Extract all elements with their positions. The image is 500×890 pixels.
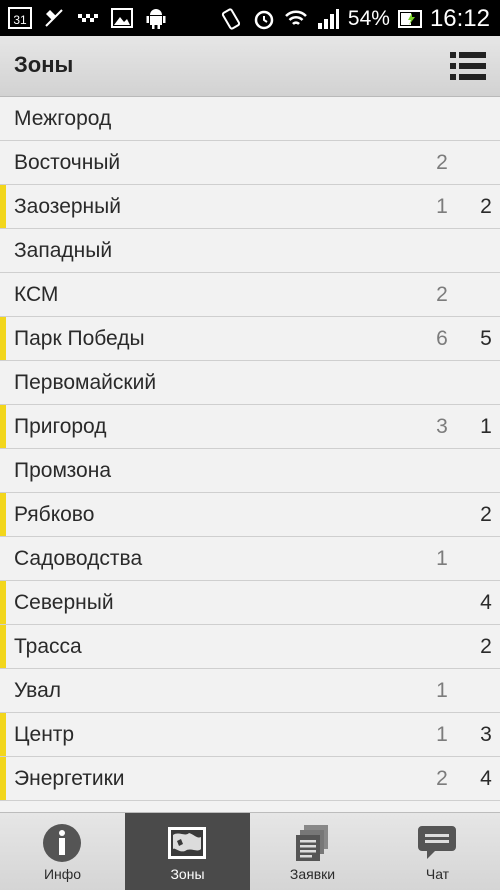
list-item[interactable]: Пригород 3 1 bbox=[0, 405, 500, 449]
zone-name: Увал bbox=[14, 679, 62, 702]
list-item[interactable]: Межгород bbox=[0, 97, 500, 141]
zone-count-secondary: 4 bbox=[480, 767, 492, 790]
zone-count-secondary: 3 bbox=[480, 723, 492, 746]
list-item[interactable]: Заозерный 1 2 bbox=[0, 185, 500, 229]
tab-label: Зоны bbox=[170, 866, 205, 882]
zone-count-primary: 6 bbox=[436, 327, 448, 350]
zone-name: Первомайский bbox=[14, 371, 157, 394]
info-icon bbox=[42, 823, 82, 863]
zone-count-secondary: 2 bbox=[480, 503, 492, 526]
battery-percent: 54% bbox=[347, 7, 390, 30]
bottom-navigation: Инфо Зоны Заявки Чат bbox=[0, 812, 500, 890]
action-bar: Зоны bbox=[0, 36, 500, 97]
highlight-marker bbox=[0, 713, 6, 756]
tab-label: Заявки bbox=[289, 866, 336, 882]
zone-count-secondary: 1 bbox=[480, 415, 492, 438]
zone-count-primary: 2 bbox=[436, 283, 448, 306]
zone-name: Рябково bbox=[14, 503, 95, 526]
zone-count-secondary: 2 bbox=[480, 635, 492, 658]
zone-count-primary: 2 bbox=[436, 151, 448, 174]
zone-count-secondary: 4 bbox=[480, 591, 492, 614]
zone-name: Энергетики bbox=[14, 767, 125, 790]
image-icon bbox=[110, 6, 134, 30]
status-bar: 31 54% 16:12 bbox=[0, 0, 500, 36]
zone-name: Центр bbox=[14, 723, 75, 746]
list-item[interactable]: Восточный 2 bbox=[0, 141, 500, 185]
list-item[interactable]: Промзона bbox=[0, 449, 500, 493]
tab-info[interactable]: Инфо bbox=[0, 813, 125, 890]
list-item[interactable]: Рябково 2 bbox=[0, 493, 500, 537]
tab-orders[interactable]: Заявки bbox=[250, 813, 375, 890]
zone-name: Межгород bbox=[14, 107, 112, 130]
android-icon bbox=[144, 6, 168, 30]
zone-count-primary: 1 bbox=[436, 547, 448, 570]
battery-icon bbox=[397, 7, 422, 31]
page-title: Зоны bbox=[14, 52, 74, 77]
zone-count-primary: 1 bbox=[436, 195, 448, 218]
zone-name: Западный bbox=[14, 239, 113, 262]
highlight-marker bbox=[0, 317, 6, 360]
zone-count-primary: 1 bbox=[436, 679, 448, 702]
zone-name: Пригород bbox=[14, 415, 107, 438]
highlight-marker bbox=[0, 185, 6, 228]
list-item[interactable]: Парк Победы 6 5 bbox=[0, 317, 500, 361]
alarm-icon bbox=[252, 7, 276, 31]
list-item[interactable]: Западный bbox=[0, 229, 500, 273]
zone-name: Промзона bbox=[14, 459, 112, 482]
chat-icon bbox=[417, 823, 457, 863]
zone-count-primary: 2 bbox=[436, 767, 448, 790]
wifi-icon bbox=[284, 7, 308, 31]
list-item[interactable]: Энергетики 2 4 bbox=[0, 757, 500, 801]
list-item[interactable]: Северный 4 bbox=[0, 581, 500, 625]
highlight-marker bbox=[0, 625, 6, 668]
list-item[interactable]: Центр 1 3 bbox=[0, 713, 500, 757]
highlight-marker bbox=[0, 405, 6, 448]
highlight-marker bbox=[0, 493, 6, 536]
tab-label: Чат bbox=[425, 866, 450, 882]
zone-count-primary: 3 bbox=[436, 415, 448, 438]
zone-list: Межгород Восточный 2 Заозерный 1 2 Западный… bbox=[0, 97, 500, 801]
zone-name: Заозерный bbox=[14, 195, 121, 218]
list-menu-icon[interactable] bbox=[450, 50, 486, 82]
list-item[interactable]: Трасса 2 bbox=[0, 625, 500, 669]
clock: 16:12 bbox=[429, 5, 490, 32]
zone-count-secondary: 2 bbox=[480, 195, 492, 218]
zone-name: Трасса bbox=[14, 635, 82, 658]
dots-icon bbox=[76, 6, 100, 30]
zone-name: Восточный bbox=[14, 151, 121, 174]
list-item[interactable]: КСМ 2 bbox=[0, 273, 500, 317]
list-item[interactable]: Увал 1 bbox=[0, 669, 500, 713]
zone-count-primary: 1 bbox=[436, 723, 448, 746]
calendar-icon: 31 bbox=[8, 6, 32, 30]
map-icon bbox=[167, 823, 207, 863]
signal-icon bbox=[316, 7, 340, 31]
zone-count-secondary: 5 bbox=[480, 327, 492, 350]
highlight-marker bbox=[0, 581, 6, 624]
list-item[interactable]: Первомайский bbox=[0, 361, 500, 405]
tab-label: Инфо bbox=[43, 866, 82, 882]
zone-name: Садоводства bbox=[14, 547, 143, 570]
orders-icon bbox=[292, 823, 332, 863]
tab-zones[interactable]: Зоны bbox=[125, 813, 250, 890]
zone-name: КСМ bbox=[14, 283, 59, 306]
tab-chat[interactable]: Чат bbox=[375, 813, 500, 890]
location-off-icon bbox=[42, 6, 66, 30]
zone-name: Северный bbox=[14, 591, 114, 614]
list-item[interactable]: Садоводства 1 bbox=[0, 537, 500, 581]
highlight-marker bbox=[0, 757, 6, 800]
vibrate-icon bbox=[220, 7, 244, 31]
calendar-day: 31 bbox=[13, 13, 27, 27]
zone-name: Парк Победы bbox=[14, 327, 145, 350]
